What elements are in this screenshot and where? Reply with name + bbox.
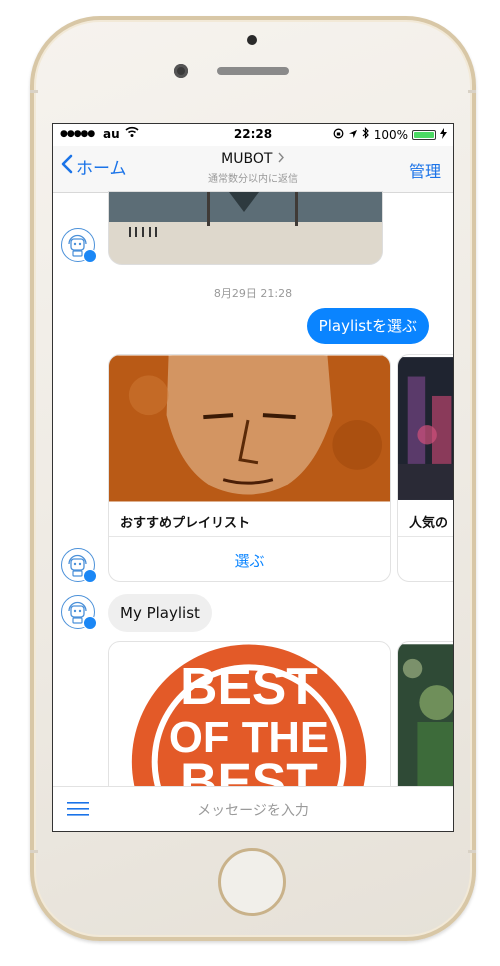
page-title[interactable]: MUBOT bbox=[53, 151, 453, 167]
battery-level bbox=[414, 131, 434, 138]
bluetooth-icon bbox=[362, 127, 370, 142]
page-title-text: MUBOT bbox=[221, 151, 273, 167]
location-icon bbox=[348, 128, 358, 142]
previous-image-card[interactable] bbox=[108, 191, 383, 265]
card-title: 人気の bbox=[409, 516, 449, 531]
playlist-card-recommended[interactable]: おすすめプレイリスト 選ぶ bbox=[108, 354, 391, 582]
message-timestamp: 8月29日 21:28 bbox=[213, 287, 293, 300]
home-button[interactable] bbox=[218, 848, 286, 916]
charging-icon bbox=[440, 127, 447, 142]
battery-percent: 100% bbox=[373, 127, 408, 142]
beach-photo bbox=[109, 192, 382, 264]
messenger-badge-icon bbox=[83, 249, 97, 263]
received-message-bubble[interactable]: My Playlist bbox=[108, 594, 212, 632]
rotation-lock-icon bbox=[333, 128, 344, 142]
status-bar: ●●●●● au 22:28 100% bbox=[53, 124, 453, 146]
composer-bar: メッセージを入力 bbox=[53, 786, 453, 831]
antenna-band bbox=[30, 850, 38, 853]
nav-bar: ホーム MUBOT 通常数分以内に返信 管理 bbox=[53, 146, 453, 193]
select-button[interactable]: 選ぶ bbox=[109, 550, 390, 571]
bot-avatar[interactable] bbox=[61, 228, 97, 263]
messenger-badge-icon bbox=[83, 569, 97, 583]
playlist-card-next[interactable] bbox=[397, 641, 453, 801]
status-icons: 100% bbox=[333, 127, 447, 142]
chevron-right-icon bbox=[277, 151, 285, 167]
card-divider bbox=[109, 536, 390, 537]
sent-message-bubble[interactable]: Playlistを選ぶ bbox=[306, 308, 429, 344]
best-of-the-best-stamp: BEST OF THE BEST bbox=[109, 642, 390, 800]
antenna-band bbox=[468, 850, 476, 853]
message-input[interactable]: メッセージを入力 bbox=[53, 800, 453, 820]
battery-icon bbox=[412, 129, 436, 140]
playlist-card-best[interactable]: BEST OF THE BEST bbox=[108, 641, 391, 801]
response-time-subtitle: 通常数分以内に返信 bbox=[208, 174, 298, 185]
card-title: おすすめプレイリスト bbox=[120, 516, 251, 531]
antenna-band bbox=[468, 90, 476, 93]
front-camera bbox=[247, 35, 257, 45]
card-divider bbox=[398, 536, 453, 537]
proximity-sensor bbox=[174, 64, 188, 78]
earpiece-speaker bbox=[217, 67, 289, 75]
screen: ●●●●● au 22:28 100% ホーム MUBOT 通常数分以内に返信 … bbox=[52, 123, 454, 832]
card-image-face bbox=[109, 355, 390, 502]
page: ●●●●● au 22:28 100% ホーム MUBOT 通常数分以内に返信 … bbox=[0, 0, 500, 966]
bot-avatar[interactable] bbox=[61, 595, 97, 630]
antenna-band bbox=[30, 90, 38, 93]
bot-avatar[interactable] bbox=[61, 548, 97, 583]
messenger-badge-icon bbox=[83, 616, 97, 630]
card-image-concert bbox=[398, 357, 453, 500]
card-image-performer bbox=[398, 644, 453, 800]
manage-button[interactable]: 管理 bbox=[409, 158, 441, 182]
svg-text:BEST: BEST bbox=[180, 657, 318, 715]
playlist-card-popular[interactable]: 人気の bbox=[397, 354, 453, 582]
